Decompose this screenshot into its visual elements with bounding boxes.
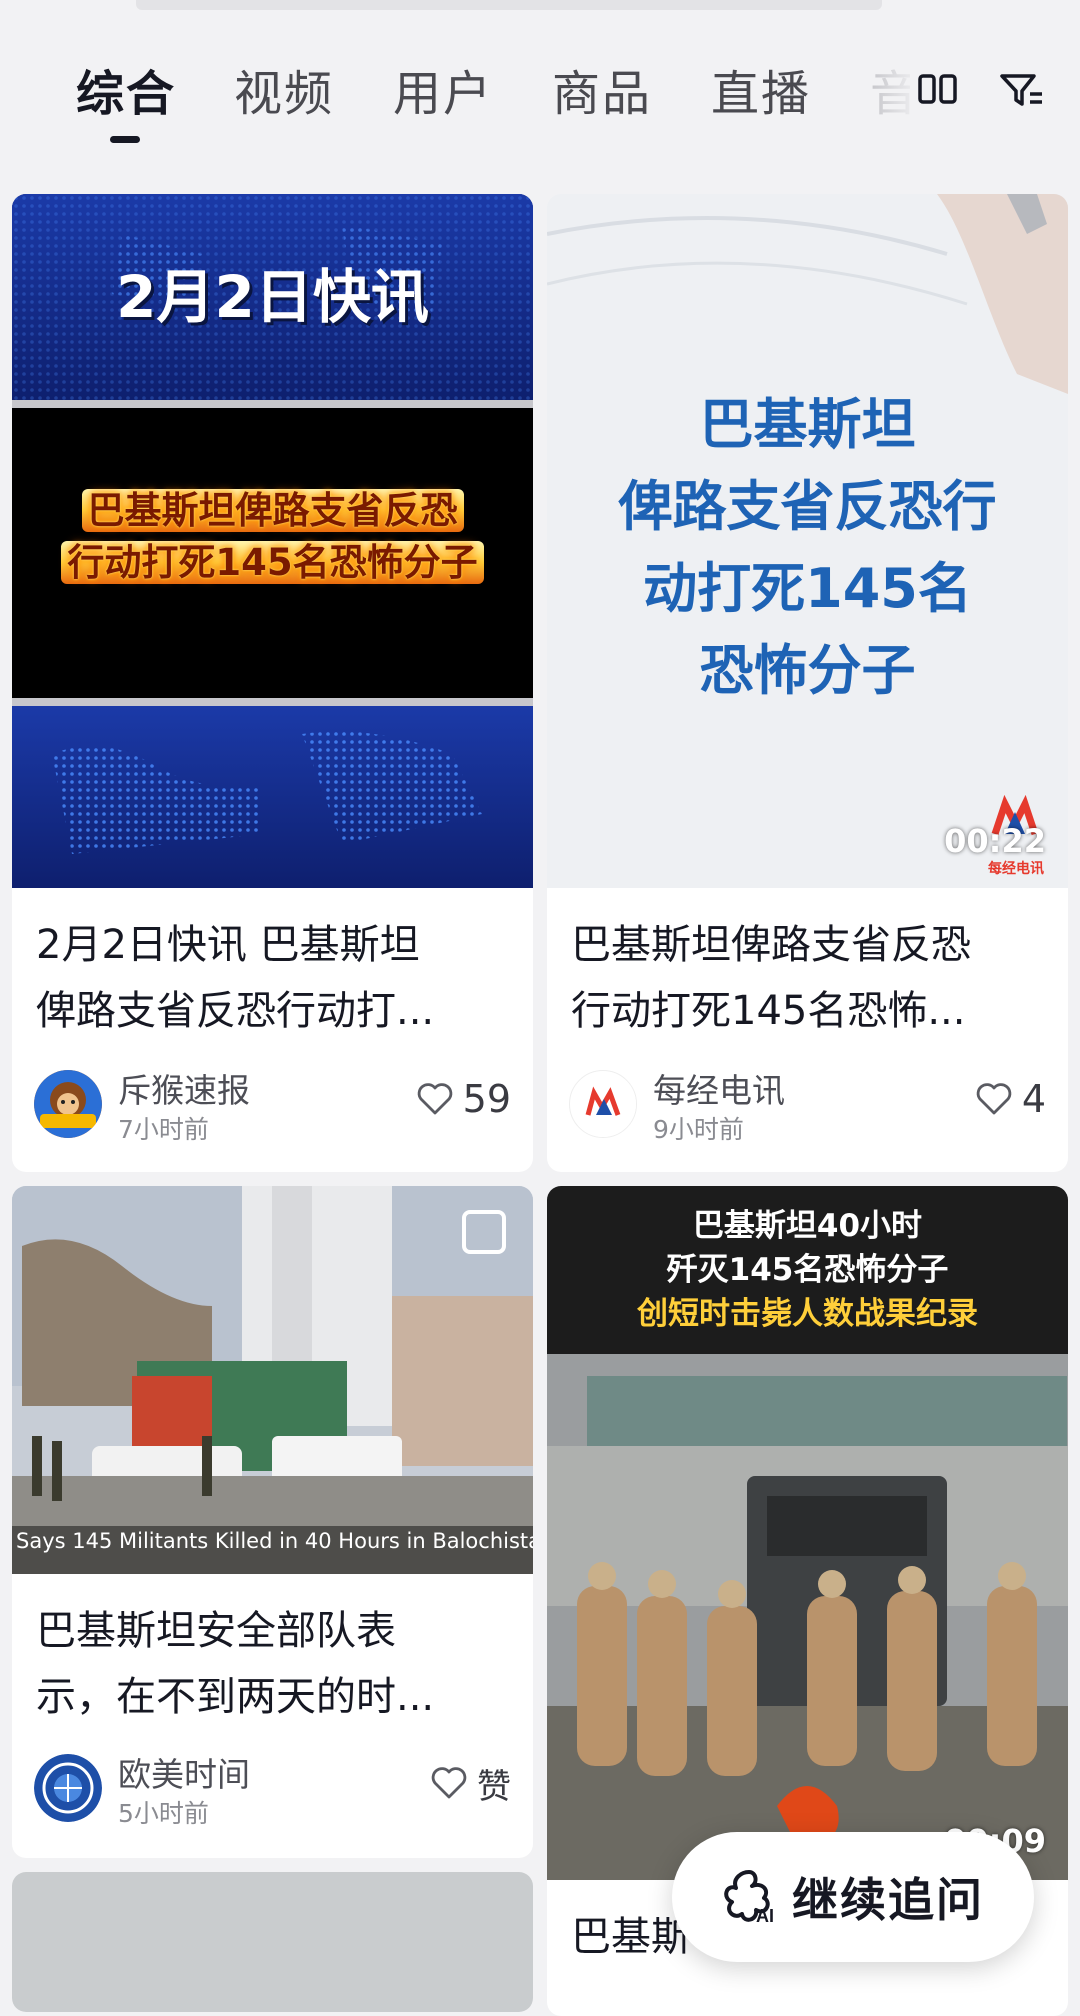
active-tab-indicator bbox=[110, 136, 140, 143]
title-line: 2月2日快讯 巴基斯坦 bbox=[36, 922, 420, 968]
ai-icon: AI bbox=[724, 1870, 774, 1926]
title-line: 行动打死145名恐怖... bbox=[571, 988, 966, 1034]
title-line: 巴基斯坦安全部队表 bbox=[36, 1608, 396, 1654]
author-name[interactable]: 每经电讯 bbox=[653, 1064, 785, 1112]
like-count: 4 bbox=[1021, 1077, 1046, 1121]
avatar[interactable] bbox=[569, 1070, 637, 1138]
thumbnail-text-line: 歼灭145名恐怖分子 bbox=[666, 1252, 949, 1288]
avatar[interactable] bbox=[34, 1754, 102, 1822]
filter-icon[interactable] bbox=[992, 60, 1052, 120]
tab-users[interactable]: 用户 bbox=[393, 54, 493, 124]
thumbnail-banner-text-1: 巴基斯坦俾路支省反恐 bbox=[81, 489, 464, 532]
image-caption: Says 145 Militants Killed in 40 Hours in… bbox=[16, 1529, 533, 1553]
card-title[interactable]: 巴基斯坦安全部队表 示，在不到两天的时... bbox=[36, 1598, 509, 1730]
like-button[interactable]: 赞 bbox=[429, 1758, 511, 1808]
thumbnail-headline: 2月2日快讯 bbox=[116, 263, 429, 331]
source-logo-text: 每经电讯 bbox=[988, 861, 1044, 877]
thumbnail-text-line: 俾路支省反恐行 bbox=[618, 475, 997, 538]
thumbnail-text-line: 创短时击毙人数战果纪录 bbox=[637, 1296, 978, 1332]
title-line: 俾路支省反恐行动打... bbox=[36, 988, 435, 1034]
card-title[interactable]: 2月2日快讯 巴基斯坦 俾路支省反恐行动打... bbox=[36, 912, 509, 1044]
svg-text:AI: AI bbox=[756, 1906, 774, 1926]
thumbnail-text-line: 巴基斯坦 bbox=[699, 393, 916, 456]
video-thumbnail[interactable]: 2月2日快讯 巴基斯坦俾路支省反恐 行动打死145名恐怖分子 bbox=[12, 194, 533, 888]
image-thumbnail[interactable] bbox=[12, 1872, 533, 2012]
avatar[interactable] bbox=[34, 1070, 102, 1138]
heart-icon bbox=[431, 1767, 467, 1799]
heart-icon bbox=[976, 1083, 1012, 1115]
image-card[interactable] bbox=[12, 1872, 533, 2012]
thumbnail-text-line: 恐怖分子 bbox=[699, 639, 916, 702]
ai-follow-up-button[interactable]: AI 继续追问 bbox=[672, 1832, 1034, 1962]
like-label: 赞 bbox=[477, 1766, 511, 1807]
title-line: 巴基斯坦俾路支省反恐 bbox=[571, 922, 971, 968]
tab-video[interactable]: 视频 bbox=[234, 54, 334, 124]
grid-toggle-icon[interactable] bbox=[908, 60, 968, 120]
thumbnail-headline: 巴基斯坦40小时 歼灭145名恐怖分子 创短时击毙人数战果纪录 bbox=[547, 1204, 1068, 1336]
post-time: 9小时前 bbox=[653, 1115, 744, 1144]
like-button[interactable]: 4 bbox=[974, 1074, 1046, 1124]
heart-icon bbox=[417, 1083, 452, 1115]
thumbnail-banner-text-2: 行动打死145名恐怖分子 bbox=[61, 541, 484, 584]
thumbnail-text-line: 动打死145名 bbox=[643, 557, 972, 620]
author-row: 欧美时间 5小时前 赞 bbox=[34, 1748, 511, 1828]
ai-button-label: 继续追问 bbox=[792, 1873, 984, 1927]
post-time: 5小时前 bbox=[118, 1799, 209, 1828]
thumbnail-headline: 巴基斯坦 俾路支省反恐行 动打死145名 恐怖分子 bbox=[547, 384, 1068, 712]
author-name[interactable]: 斥猴速报 bbox=[118, 1064, 250, 1112]
video-duration: 00:22 bbox=[944, 822, 1046, 860]
tab-products[interactable]: 商品 bbox=[552, 54, 652, 124]
thumbnail-banner-line: 巴基斯坦俾路支省反恐 bbox=[12, 480, 533, 534]
author-row: 每经电讯 9小时前 4 bbox=[569, 1064, 1046, 1144]
author-name[interactable]: 欧美时间 bbox=[118, 1748, 250, 1796]
title-line: 示，在不到两天的时... bbox=[36, 1674, 435, 1720]
image-thumbnail[interactable]: Says 145 Militants Killed in 40 Hours in… bbox=[12, 1186, 533, 1574]
image-card[interactable]: Says 145 Militants Killed in 40 Hours in… bbox=[12, 1186, 533, 1858]
thumbnail-text-line: 巴基斯坦40小时 bbox=[692, 1208, 923, 1244]
drag-handle[interactable] bbox=[136, 0, 882, 10]
search-tabs: 综合 视频 用户 商品 直播 音 bbox=[0, 40, 1080, 160]
author-row: 斥猴速报 7小时前 59 bbox=[34, 1064, 511, 1144]
video-card[interactable]: 巴基斯坦 俾路支省反恐行 动打死145名 恐怖分子 每经电讯 00:22 巴基斯… bbox=[547, 194, 1068, 1172]
like-count: 59 bbox=[462, 1077, 511, 1121]
video-thumbnail[interactable]: 巴基斯坦 俾路支省反恐行 动打死145名 恐怖分子 每经电讯 00:22 bbox=[547, 194, 1068, 888]
tab-comprehensive[interactable]: 综合 bbox=[76, 54, 176, 124]
thumbnail-banner-line: 行动打死145名恐怖分子 bbox=[12, 532, 533, 586]
like-button[interactable]: 59 bbox=[415, 1074, 511, 1124]
video-card[interactable]: 2月2日快讯 巴基斯坦俾路支省反恐 行动打死145名恐怖分子 2月2日快讯 巴基… bbox=[12, 194, 533, 1172]
tab-live[interactable]: 直播 bbox=[711, 54, 811, 124]
card-title[interactable]: 巴基斯坦俾路支省反恐 行动打死145名恐怖... bbox=[571, 912, 1044, 1044]
video-thumbnail[interactable]: 巴基斯坦40小时 歼灭145名恐怖分子 创短时击毙人数战果纪录 00:09 bbox=[547, 1186, 1068, 1880]
post-time: 7小时前 bbox=[118, 1115, 209, 1144]
